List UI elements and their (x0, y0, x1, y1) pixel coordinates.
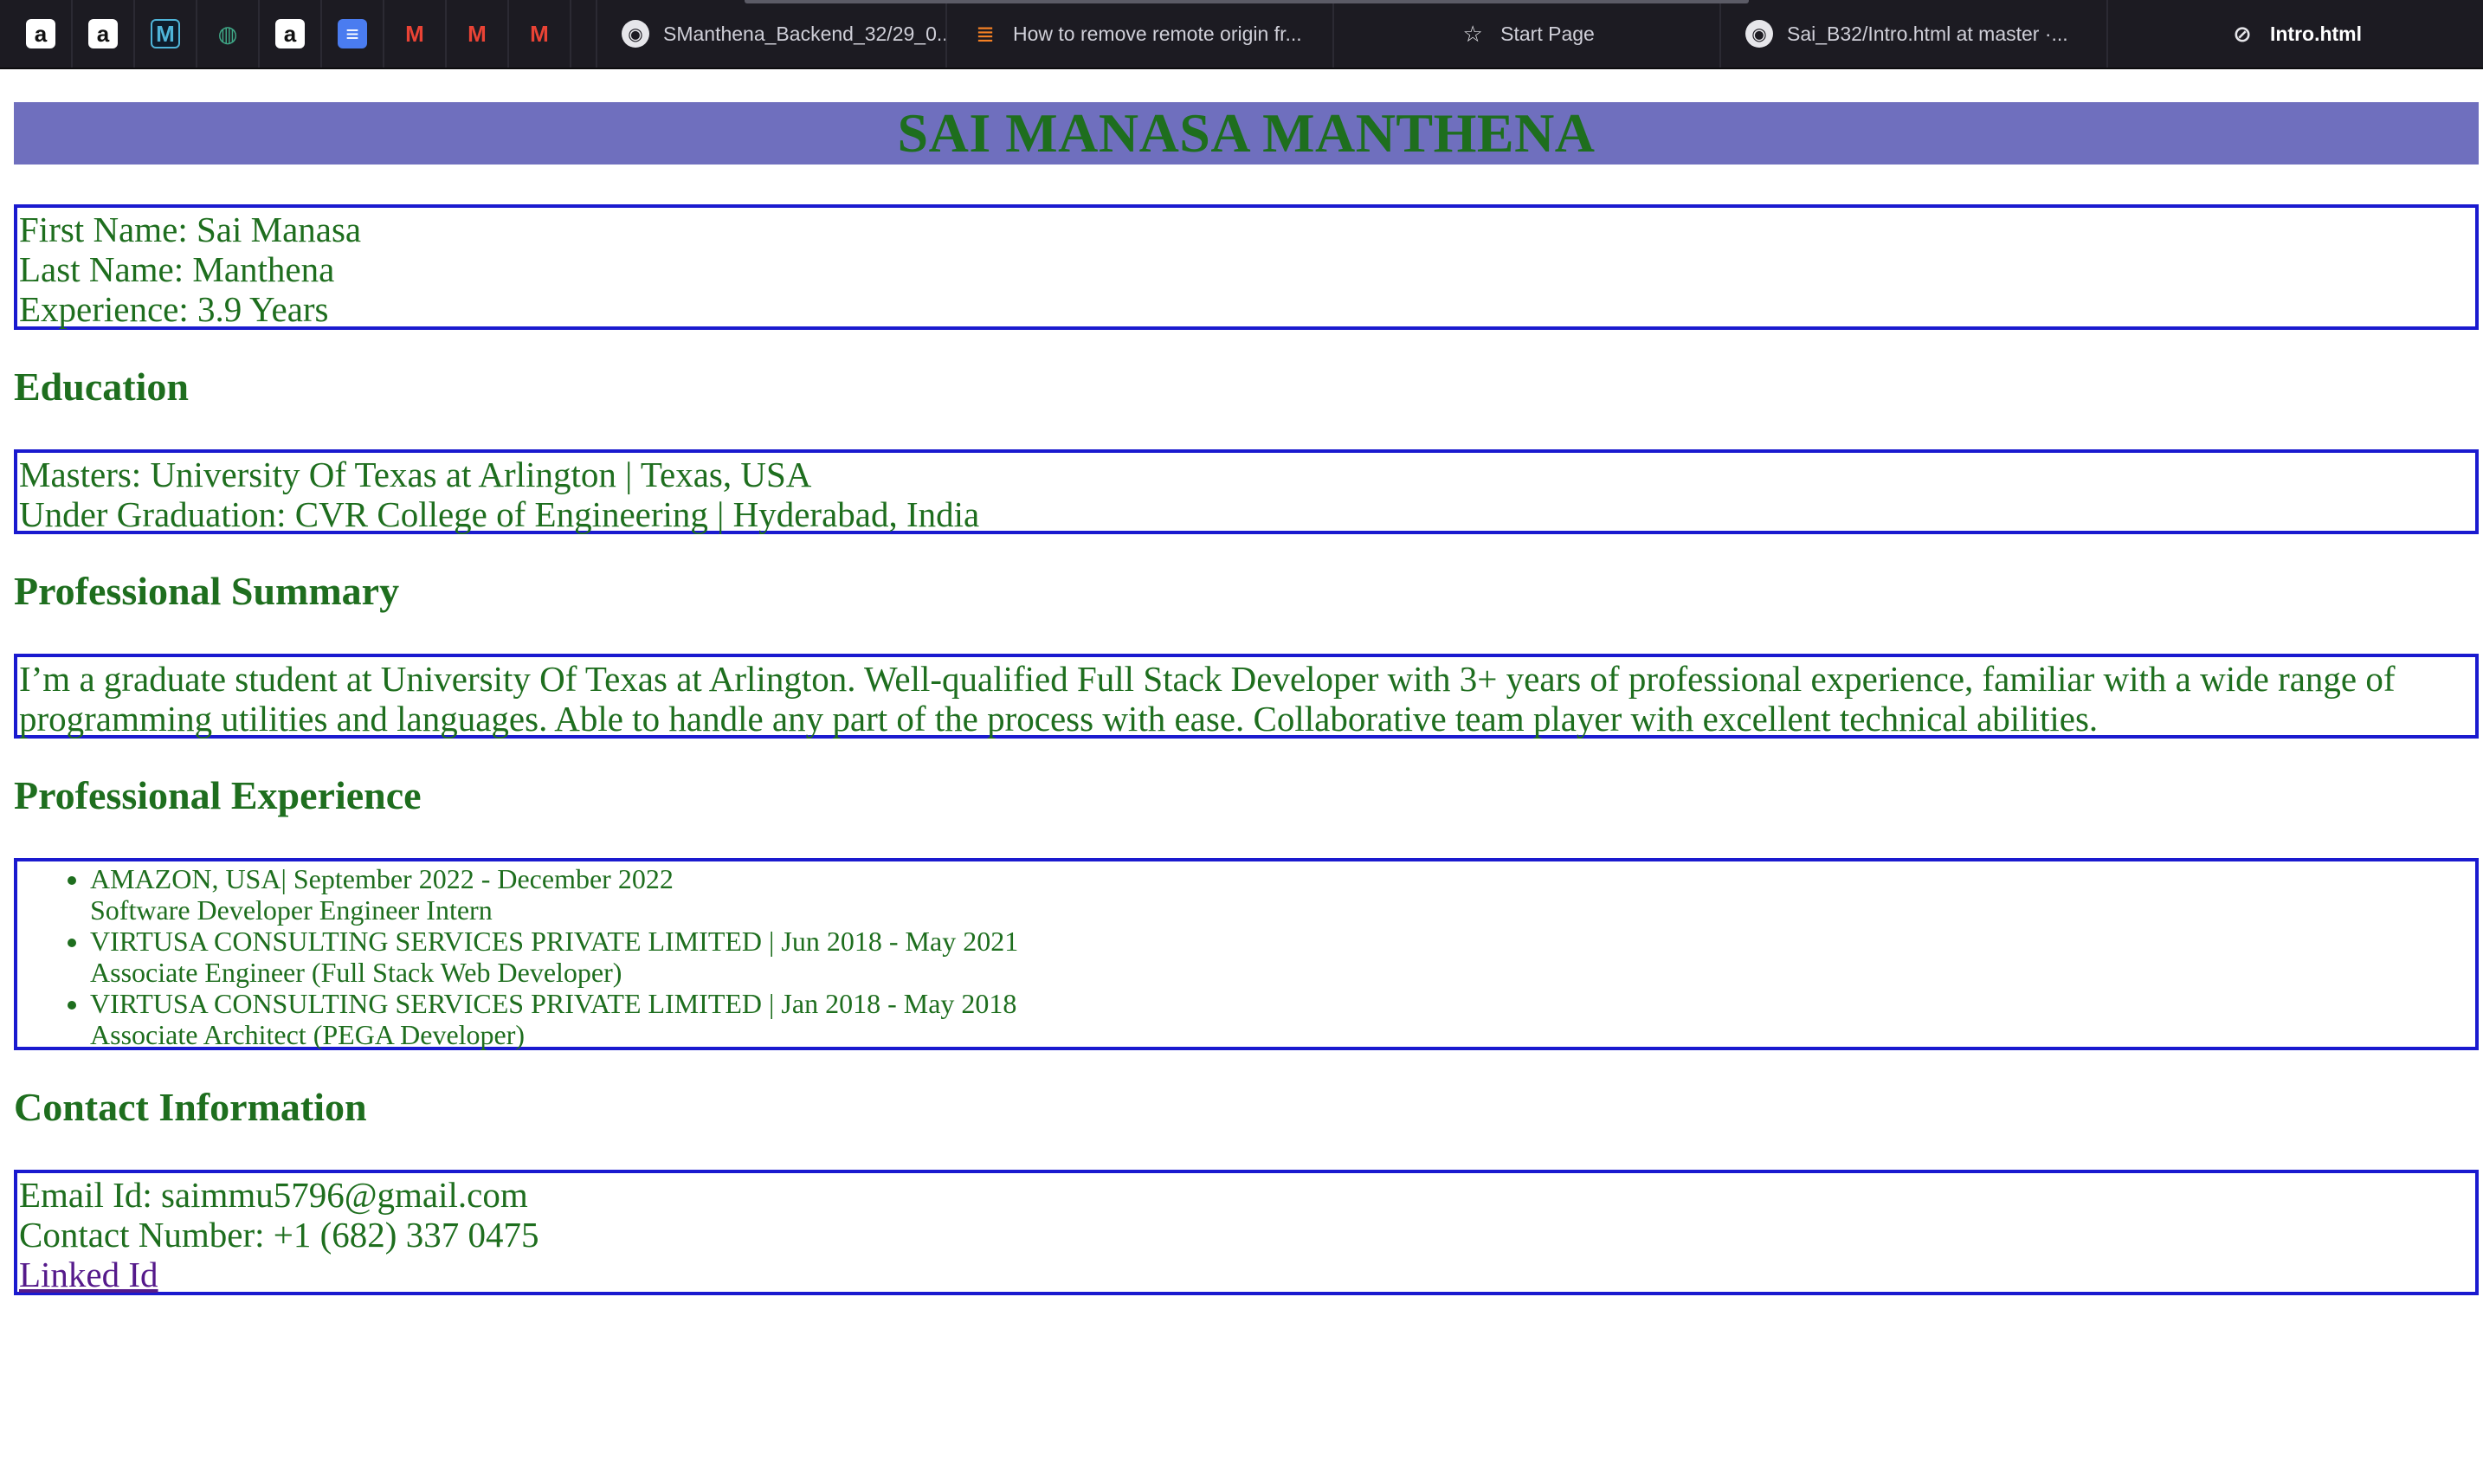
gmail-icon: M (468, 21, 487, 47)
tab-label: How to remove remote origin fr... (1013, 22, 1302, 45)
globe-icon: ◍ (217, 21, 238, 47)
tab-label: Intro.html (2269, 22, 2363, 45)
masters-degree: Masters: University Of Texas at Arlingto… (19, 455, 812, 494)
gmail-icon: M (405, 21, 424, 47)
tab-start-page[interactable]: ☆ Start Page (1332, 0, 1719, 68)
stackoverflow-icon: ≣ (976, 20, 995, 47)
resume-page: SAI MANASA MANTHENA First Name: Sai Mana… (14, 102, 2479, 1295)
list-item: VIRTUSA CONSULTING SERVICES PRIVATE LIMI… (90, 926, 2473, 988)
tab-label: SManthena_Backend_32/29_0... (663, 22, 945, 45)
experience-heading: Professional Experience (14, 773, 422, 817)
summary-box: I’m a graduate student at University Of … (14, 654, 2479, 739)
education-box: Masters: University Of Texas at Arlingto… (14, 449, 2479, 534)
experience-company: VIRTUSA CONSULTING SERVICES PRIVATE LIMI… (90, 988, 1017, 1019)
tab-scroll-indicator (745, 0, 1749, 3)
tab-stackoverflow[interactable]: ≣ How to remove remote origin fr... (945, 0, 1332, 68)
education-heading: Education (14, 365, 189, 409)
summary-text: I’m a graduate student at University Of … (19, 659, 2396, 739)
compass-icon: ⊘ (2233, 20, 2252, 47)
first-name: First Name: Sai Manasa (19, 210, 362, 249)
pinned-tab-gmail[interactable]: M (447, 0, 509, 68)
gmail-icon: M (530, 21, 549, 47)
amazon-icon: a (26, 19, 55, 48)
m-app-icon: M (151, 19, 180, 48)
page-title: SAI MANASA MANTHENA (897, 102, 1596, 164)
tab-intro-html-active[interactable]: ⊘ Intro.html (2106, 0, 2482, 68)
experience-role: Software Developer Engineer Intern (90, 894, 493, 926)
list-item: AMAZON, USA| September 2022 - December 2… (90, 863, 2473, 926)
github-icon: ◉ (622, 20, 649, 48)
phone-text: Contact Number: +1 (682) 337 0475 (19, 1215, 539, 1255)
pinned-tab-amazon[interactable]: a (73, 0, 135, 68)
experience-company: VIRTUSA CONSULTING SERVICES PRIVATE LIMI… (90, 926, 1019, 957)
email-text: Email Id: saimmu5796@gmail.com (19, 1175, 528, 1215)
pinned-tabs: a a M ◍ a ≡ M M M (0, 0, 571, 68)
list-item: VIRTUSA CONSULTING SERVICES PRIVATE LIMI… (90, 988, 2473, 1050)
tab-github-backend[interactable]: ◉ SManthena_Backend_32/29_0... (596, 0, 945, 68)
github-icon: ◉ (1745, 20, 1773, 48)
pinned-tab-docs[interactable]: ≡ (322, 0, 384, 68)
pinned-tab-amazon[interactable]: a (10, 0, 73, 68)
experience-list: AMAZON, USA| September 2022 - December 2… (19, 863, 2473, 1050)
personal-info-box: First Name: Sai Manasa Last Name: Manthe… (14, 204, 2479, 330)
experience-company: AMAZON, USA| September 2022 - December 2… (90, 863, 674, 894)
contact-box: Email Id: saimmu5796@gmail.com Contact N… (14, 1170, 2479, 1295)
summary-heading: Professional Summary (14, 569, 400, 613)
tab-label: Start Page (1500, 22, 1595, 45)
tab-github-intro[interactable]: ◉ Sai_B32/Intro.html at master ·... (1719, 0, 2106, 68)
pinned-tab-amazon[interactable]: a (260, 0, 322, 68)
last-name: Last Name: Manthena (19, 249, 335, 289)
name-banner: SAI MANASA MANTHENA (14, 102, 2479, 165)
pinned-tab-m-app[interactable]: M (135, 0, 197, 68)
amazon-icon: a (88, 19, 118, 48)
star-icon: ☆ (1462, 20, 1483, 47)
pinned-tab-gmail[interactable]: M (509, 0, 571, 68)
docs-icon: ≡ (338, 19, 367, 48)
pinned-tab-gmail[interactable]: M (384, 0, 447, 68)
undergraduate-degree: Under Graduation: CVR College of Enginee… (19, 494, 980, 534)
experience-box: AMAZON, USA| September 2022 - December 2… (14, 858, 2479, 1050)
browser-tab-bar: a a M ◍ a ≡ M M M ◉ SManthena_Backend_32… (0, 0, 2483, 69)
amazon-icon: a (275, 19, 305, 48)
experience-role: Associate Engineer (Full Stack Web Devel… (90, 957, 622, 988)
pinned-tab-globe[interactable]: ◍ (197, 0, 260, 68)
experience-role: Associate Architect (PEGA Developer) (90, 1019, 526, 1050)
linkedin-link[interactable]: Linked Id (19, 1255, 2473, 1294)
experience-years: Experience: 3.9 Years (19, 289, 329, 329)
tab-label: Sai_B32/Intro.html at master ·... (1787, 22, 2068, 45)
contact-heading: Contact Information (14, 1085, 367, 1129)
